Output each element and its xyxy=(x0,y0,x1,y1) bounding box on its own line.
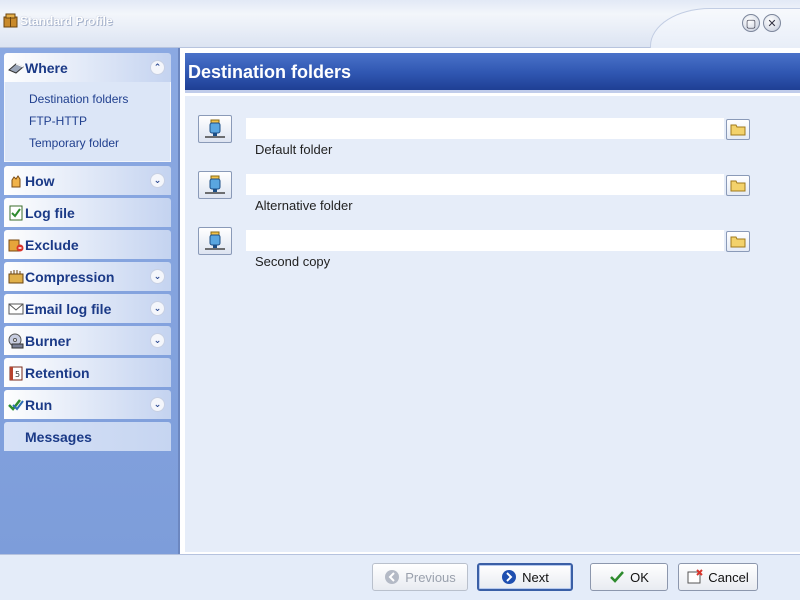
sidebar-group-label: Where xyxy=(25,60,68,76)
sidebar-group-messages[interactable]: Messages xyxy=(4,422,171,451)
sidebar-group-run[interactable]: Run ⌄ xyxy=(4,390,171,419)
sidebar-group-how[interactable]: How ⌄ xyxy=(4,166,171,195)
alternative-folder-input[interactable] xyxy=(246,174,724,195)
ok-button[interactable]: OK xyxy=(590,563,668,591)
network-drive-icon xyxy=(205,175,225,194)
page-header: Destination folders xyxy=(185,53,800,93)
folder-icon xyxy=(730,180,746,192)
sidebar-group-label: Retention xyxy=(25,365,90,381)
folder-icon xyxy=(730,124,746,136)
main-panel: Destination folders Default folder Alter… xyxy=(182,48,800,554)
chevron-up-icon[interactable]: ⌃ xyxy=(150,60,165,75)
previous-button[interactable]: Previous xyxy=(372,563,468,591)
sidebar-group-label: Exclude xyxy=(25,237,79,253)
where-icon xyxy=(7,60,25,76)
sidebar-item-ftp-http[interactable]: FTP-HTTP xyxy=(29,114,87,128)
next-button[interactable]: Next xyxy=(477,563,573,591)
chevron-down-icon[interactable]: ⌄ xyxy=(150,333,165,348)
sidebar-group-where[interactable]: Where ⌃ xyxy=(4,53,171,82)
log-file-icon xyxy=(7,205,25,221)
email-icon xyxy=(7,301,25,317)
arrow-right-icon xyxy=(501,569,517,585)
checkmark-icon xyxy=(609,569,625,585)
second-copy-label: Second copy xyxy=(255,254,331,269)
sidebar: Where ⌃ Destination folders FTP-HTTP Tem… xyxy=(0,48,180,554)
network-drive-button[interactable] xyxy=(198,115,232,143)
sidebar-group-exclude[interactable]: Exclude xyxy=(4,230,171,259)
sidebar-group-email-log-file[interactable]: Email log file ⌄ xyxy=(4,294,171,323)
page-title: Destination folders xyxy=(188,62,352,82)
sidebar-item-destination-folders[interactable]: Destination folders xyxy=(29,92,128,106)
ok-button-label: OK xyxy=(630,569,649,585)
sidebar-group-label: Messages xyxy=(25,429,92,445)
sidebar-group-burner[interactable]: Burner ⌄ xyxy=(4,326,171,355)
compression-icon xyxy=(7,269,25,285)
sidebar-group-label: Compression xyxy=(25,269,115,285)
title-bar: Standard Profile ▢ ✕ xyxy=(0,0,800,48)
browse-alternative-folder-button[interactable] xyxy=(726,175,750,196)
folder-row-alternative: Alternative folder xyxy=(185,171,800,227)
default-folder-input[interactable] xyxy=(246,118,724,139)
svg-text:5: 5 xyxy=(15,370,20,379)
chevron-down-icon[interactable]: ⌄ xyxy=(150,301,165,316)
folder-icon xyxy=(730,236,746,248)
sidebar-group-label: How xyxy=(25,173,55,189)
where-submenu: Destination folders FTP-HTTP Temporary f… xyxy=(4,82,171,162)
destination-folders-form: Default folder Alternative folder Second… xyxy=(185,96,800,552)
browse-default-folder-button[interactable] xyxy=(726,119,750,140)
how-icon xyxy=(7,173,25,189)
profile-app-icon xyxy=(3,13,18,28)
next-button-label: Next xyxy=(522,569,549,585)
chevron-down-icon[interactable]: ⌄ xyxy=(150,269,165,284)
folder-row-second-copy: Second copy xyxy=(185,227,800,283)
close-icon[interactable]: ✕ xyxy=(763,14,781,32)
default-folder-label: Default folder xyxy=(255,142,333,157)
window-title: Standard Profile xyxy=(20,14,113,28)
arrow-left-icon xyxy=(384,569,400,585)
run-icon xyxy=(7,397,25,413)
sidebar-group-retention[interactable]: 5 Retention xyxy=(4,358,171,387)
sidebar-group-label: Run xyxy=(25,397,53,413)
network-drive-button[interactable] xyxy=(198,171,232,199)
sidebar-group-label: Log file xyxy=(25,205,75,221)
network-drive-button[interactable] xyxy=(198,227,232,255)
network-drive-icon xyxy=(205,119,225,138)
network-drive-icon xyxy=(205,231,225,250)
alternative-folder-label: Alternative folder xyxy=(255,198,353,213)
restore-icon[interactable]: ▢ xyxy=(742,14,760,32)
chevron-down-icon[interactable]: ⌄ xyxy=(150,397,165,412)
burner-icon xyxy=(7,333,25,349)
retention-icon: 5 xyxy=(7,365,25,381)
cancel-icon xyxy=(687,569,703,585)
second-copy-input[interactable] xyxy=(246,230,724,251)
previous-button-label: Previous xyxy=(405,569,456,585)
sidebar-group-log-file[interactable]: Log file xyxy=(4,198,171,227)
sidebar-item-temporary-folder[interactable]: Temporary folder xyxy=(29,136,119,150)
folder-row-default: Default folder xyxy=(185,115,800,171)
cancel-button-label: Cancel xyxy=(708,569,749,585)
browse-second-copy-button[interactable] xyxy=(726,231,750,252)
sidebar-group-label: Burner xyxy=(25,333,71,349)
exclude-icon xyxy=(7,237,25,253)
sidebar-group-compression[interactable]: Compression ⌄ xyxy=(4,262,171,291)
sidebar-group-label: Email log file xyxy=(25,301,112,317)
button-bar: Previous Next OK Cancel xyxy=(0,554,800,600)
chevron-down-icon[interactable]: ⌄ xyxy=(150,173,165,188)
cancel-button[interactable]: Cancel xyxy=(678,563,758,591)
